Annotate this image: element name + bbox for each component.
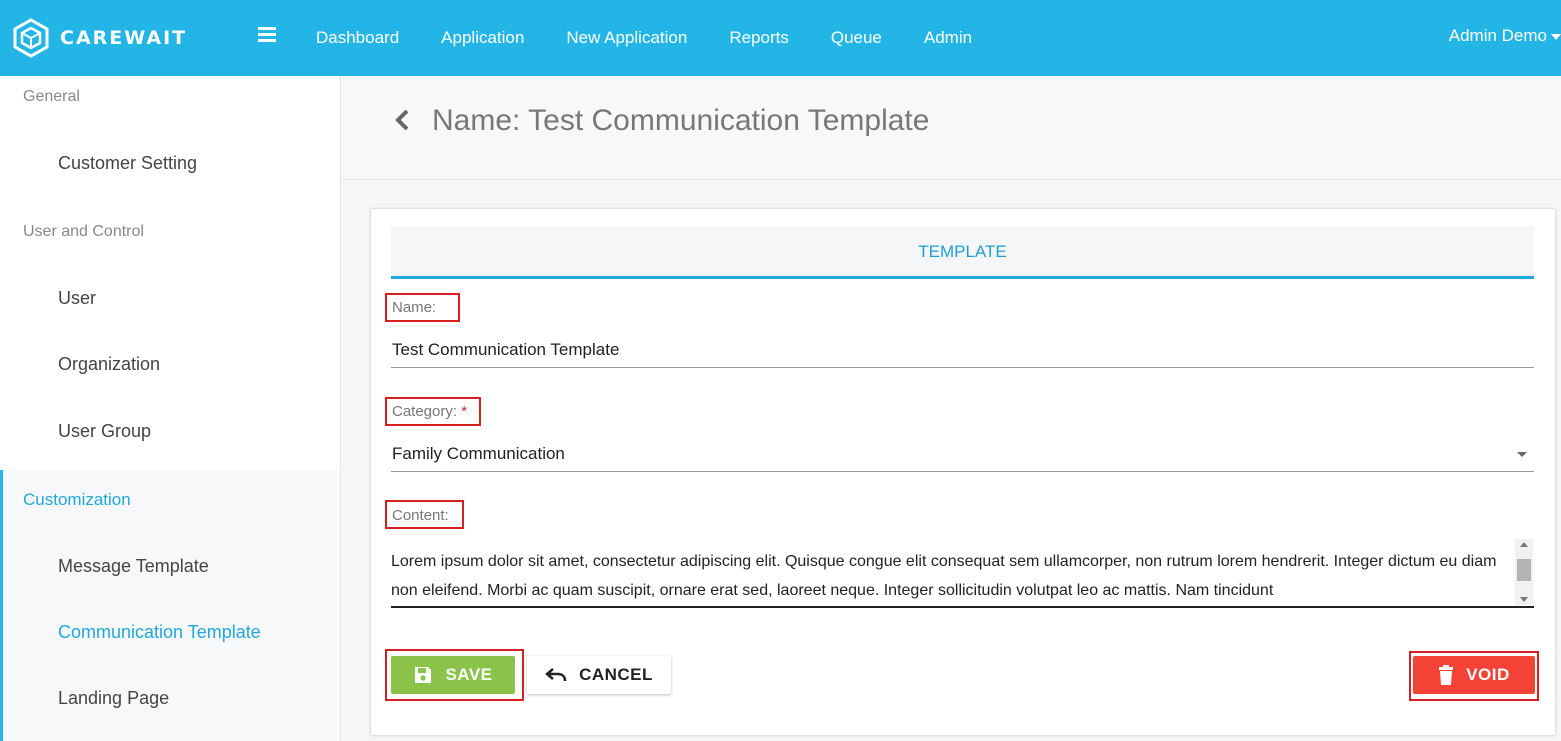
nav-queue[interactable]: Queue xyxy=(831,28,882,48)
template-form-card: TEMPLATE Name: Test Communication Templa… xyxy=(370,208,1556,736)
sidebar-item-message-template[interactable]: Message Template xyxy=(58,556,209,577)
hamburger-icon[interactable] xyxy=(258,24,276,44)
sidebar-group-user-control: User and Control xyxy=(23,223,144,240)
tab-template[interactable]: TEMPLATE xyxy=(391,226,1534,279)
chevron-left-icon[interactable] xyxy=(393,108,411,132)
sidebar-active-section xyxy=(0,470,340,741)
name-field-underline xyxy=(391,367,1534,368)
save-button[interactable]: SAVE xyxy=(391,656,515,694)
carewait-cube-logo-icon xyxy=(13,18,49,58)
sidebar-item-user[interactable]: User xyxy=(58,288,96,309)
floppy-disk-icon xyxy=(415,667,432,683)
user-menu[interactable]: Admin Demo xyxy=(1449,26,1561,46)
name-field[interactable]: Test Communication Template xyxy=(392,340,619,360)
void-button-label: VOID xyxy=(1466,665,1510,684)
scroll-up-icon[interactable] xyxy=(1520,542,1528,547)
main-nav: Dashboard Application New Application Re… xyxy=(316,0,1014,76)
user-name: Admin Demo xyxy=(1448,26,1547,45)
brand-name: CAREWAIT xyxy=(60,27,188,49)
category-select[interactable]: Family Communication xyxy=(392,444,565,464)
content-field-underline xyxy=(391,606,1534,608)
name-label: Name: xyxy=(392,299,437,316)
sidebar-item-landing-page[interactable]: Landing Page xyxy=(58,688,169,709)
undo-icon xyxy=(545,668,567,682)
cancel-button[interactable]: CANCEL xyxy=(527,656,671,694)
save-button-label: SAVE xyxy=(445,665,493,684)
sidebar-group-customization[interactable]: Customization xyxy=(23,490,131,510)
nav-new-application[interactable]: New Application xyxy=(566,28,687,48)
sidebar: General Customer Setting User and Contro… xyxy=(0,76,341,741)
nav-dashboard[interactable]: Dashboard xyxy=(316,28,399,48)
content-scrollbar[interactable] xyxy=(1515,539,1533,605)
trash-icon xyxy=(1439,665,1454,685)
top-navbar: CAREWAIT Dashboard Application New Appli… xyxy=(0,0,1561,76)
nav-reports[interactable]: Reports xyxy=(729,28,789,48)
dropdown-arrow-icon[interactable] xyxy=(1517,452,1527,457)
category-label-text: Category: xyxy=(392,403,458,420)
category-field-underline xyxy=(391,471,1534,472)
scroll-thumb[interactable] xyxy=(1517,559,1531,581)
nav-application[interactable]: Application xyxy=(441,28,524,48)
sidebar-item-user-group[interactable]: User Group xyxy=(58,421,151,442)
caret-down-icon xyxy=(1551,34,1561,40)
nav-admin[interactable]: Admin xyxy=(924,28,972,48)
content-textarea[interactable]: Lorem ipsum dolor sit amet, consectetur … xyxy=(391,547,1511,605)
page-header: Name: Test Communication Template xyxy=(341,76,1561,180)
cancel-button-label: CANCEL xyxy=(579,665,653,684)
sidebar-group-general: General xyxy=(23,88,80,105)
sidebar-item-communication-template[interactable]: Communication Template xyxy=(58,622,261,643)
scroll-down-icon[interactable] xyxy=(1520,597,1528,602)
brand-logo[interactable]: CAREWAIT xyxy=(12,18,187,58)
content-label: Content: xyxy=(392,507,449,524)
required-marker: * xyxy=(461,403,468,420)
page-title: Name: Test Communication Template xyxy=(432,104,930,137)
sidebar-item-customer-setting[interactable]: Customer Setting xyxy=(58,153,197,174)
void-button[interactable]: VOID xyxy=(1413,656,1535,694)
sidebar-item-organization[interactable]: Organization xyxy=(58,354,160,375)
category-label: Category: * xyxy=(392,403,467,420)
